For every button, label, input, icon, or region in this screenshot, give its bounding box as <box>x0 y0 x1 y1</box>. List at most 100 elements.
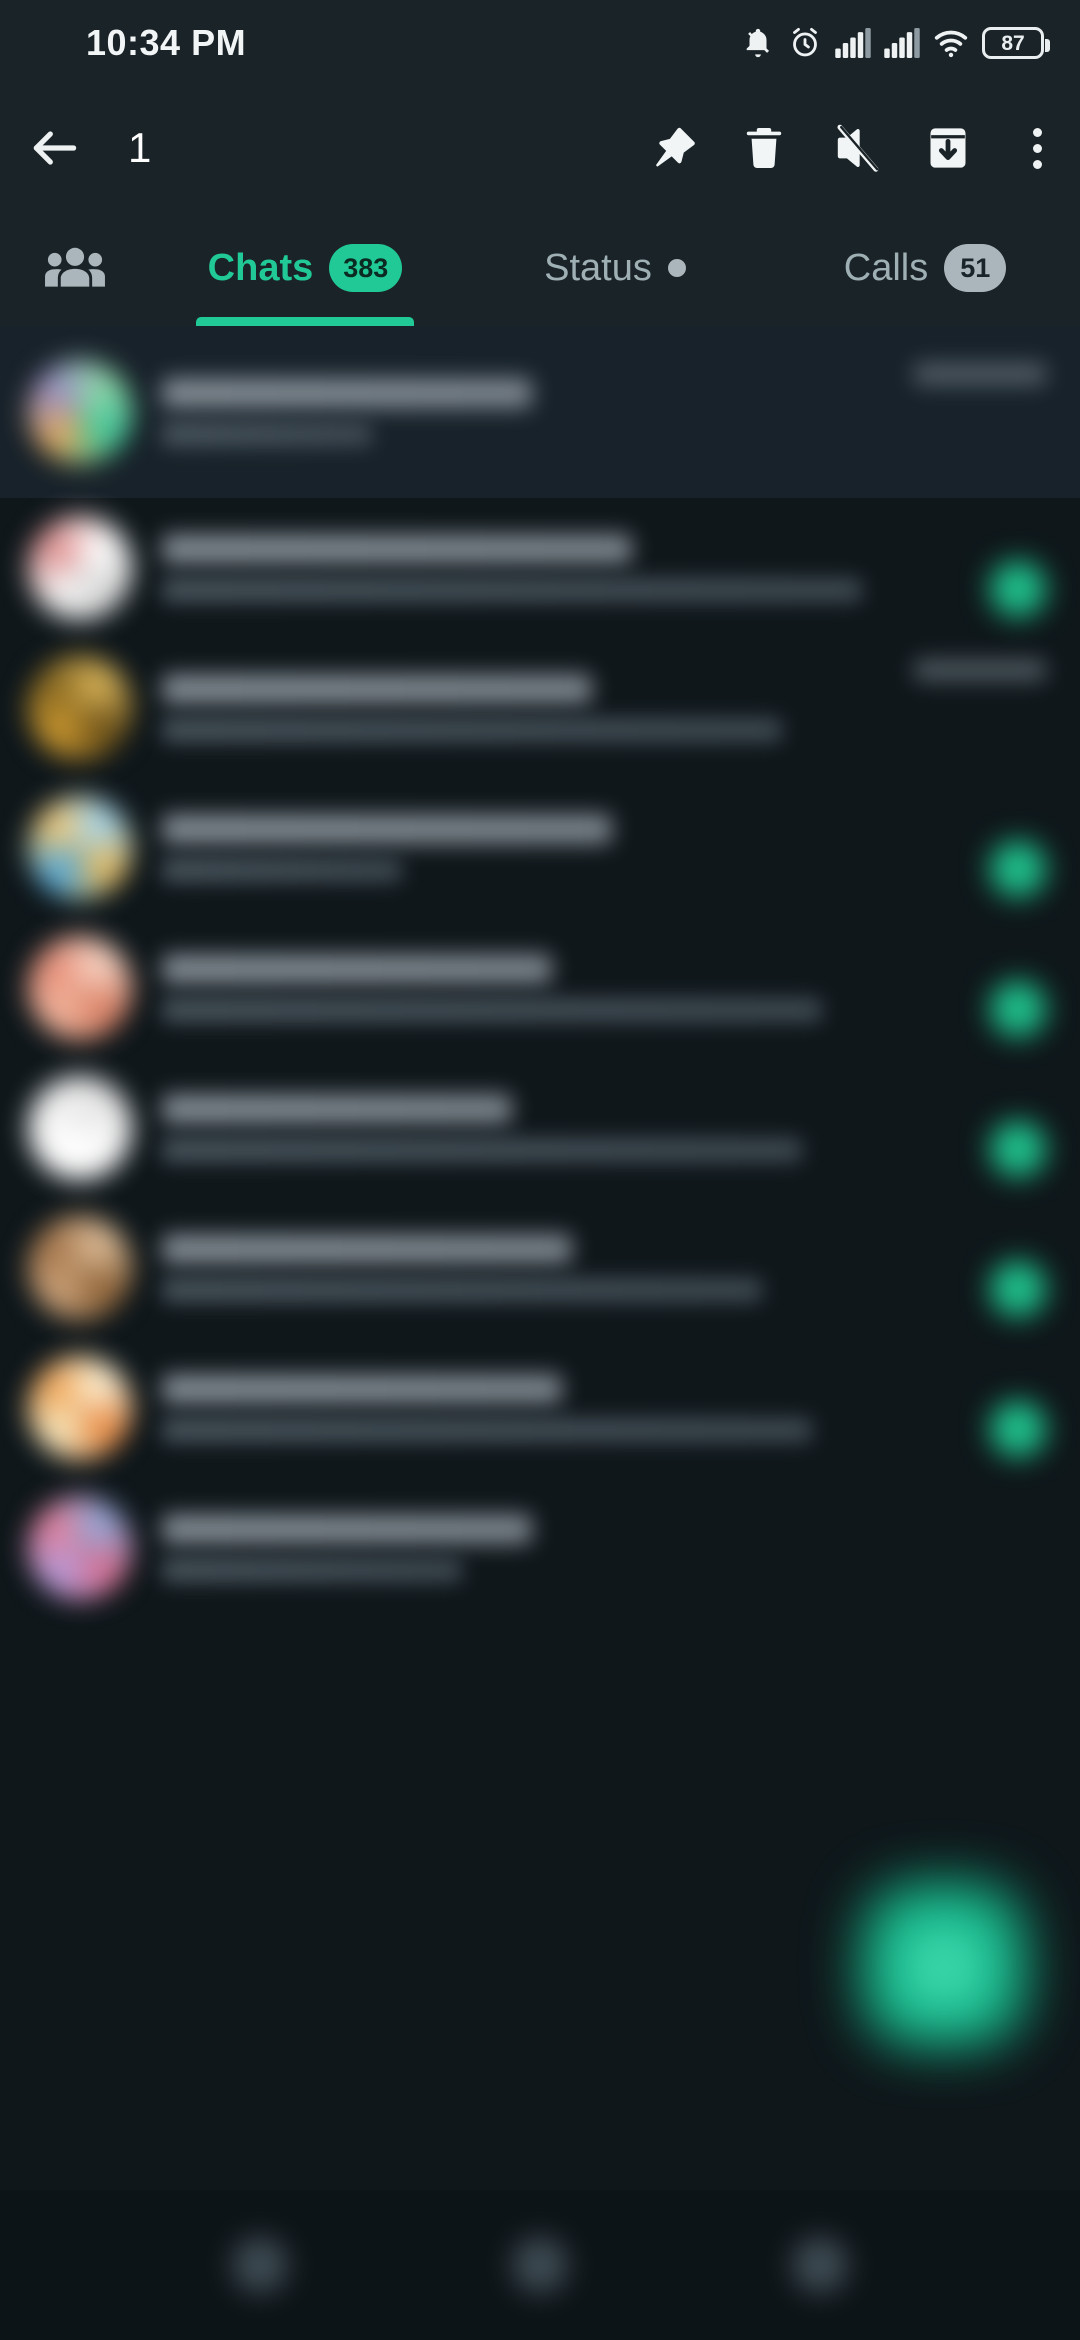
chat-row-text <box>162 378 856 446</box>
chat-row[interactable] <box>0 1198 1080 1338</box>
signal-sim1-icon <box>835 28 871 58</box>
unread-badge <box>990 841 1046 897</box>
selected-count-label: 1 <box>128 124 152 171</box>
battery-icon: 87 <box>982 27 1050 59</box>
nav-back-button[interactable] <box>233 2238 287 2292</box>
chat-row-text <box>162 1094 856 1162</box>
chat-name-redacted <box>162 954 552 984</box>
chat-timestamp-redacted <box>914 659 1046 681</box>
chat-row-meta <box>856 939 1046 1037</box>
chat-preview-redacted <box>162 858 402 882</box>
phone-screen: 10:34 PM 87 1 Chats 383 Status Calls 51 <box>0 0 1080 2340</box>
tab-status[interactable]: Status <box>460 210 770 326</box>
chat-title-line <box>162 1514 856 1544</box>
avatar[interactable] <box>28 1496 132 1600</box>
chat-name-redacted <box>162 378 532 408</box>
back-button[interactable] <box>0 120 110 176</box>
tab-calls-badge: 51 <box>944 244 1007 292</box>
communities-people-icon <box>45 247 105 287</box>
chat-name-redacted <box>162 1374 562 1404</box>
status-unseen-dot-icon <box>667 259 686 277</box>
delete-chat-button[interactable] <box>718 102 810 194</box>
unread-badge <box>990 561 1046 617</box>
chat-preview-redacted <box>162 998 822 1022</box>
chat-row[interactable] <box>0 778 1080 918</box>
trash-icon <box>746 128 782 169</box>
chat-name-redacted <box>162 674 592 704</box>
chat-title-line <box>162 534 856 564</box>
battery-percent-label: 87 <box>1001 31 1025 55</box>
chat-row[interactable] <box>0 638 1080 778</box>
avatar[interactable] <box>28 936 132 1040</box>
tab-bar: Chats 383 Status Calls 51 <box>0 210 1080 326</box>
tab-chats-label: Chats <box>207 246 314 289</box>
chat-timestamp-redacted <box>914 363 1046 385</box>
chat-row-meta <box>856 519 1046 617</box>
chat-preview-redacted <box>162 1558 462 1582</box>
chat-row-text <box>162 1514 856 1582</box>
chat-name-redacted <box>162 1094 512 1124</box>
more-vertical-icon <box>1032 127 1042 169</box>
toolbar-actions <box>626 102 1080 194</box>
signal-sim2-icon <box>884 28 920 58</box>
unread-badge <box>990 701 1046 757</box>
chat-name-redacted <box>162 814 612 844</box>
bell-off-icon <box>741 26 775 60</box>
chat-row[interactable] <box>0 918 1080 1058</box>
chat-preview-redacted <box>162 1418 812 1442</box>
chat-row[interactable] <box>0 1058 1080 1198</box>
chat-preview-redacted <box>162 718 782 742</box>
status-bar: 10:34 PM 87 <box>0 0 1080 86</box>
wifi-icon <box>933 27 969 59</box>
chat-row[interactable] <box>0 326 1080 498</box>
nav-recents-button[interactable] <box>793 2238 847 2292</box>
chat-row[interactable] <box>0 498 1080 638</box>
chat-preview-redacted <box>162 422 372 446</box>
unread-badge <box>990 1401 1046 1457</box>
tab-calls[interactable]: Calls 51 <box>770 210 1080 326</box>
chat-name-redacted <box>162 534 632 564</box>
pin-chat-button[interactable] <box>626 102 718 194</box>
avatar[interactable] <box>28 1356 132 1460</box>
chat-row-meta <box>856 363 1046 461</box>
new-chat-fab[interactable] <box>860 1880 1028 2048</box>
avatar[interactable] <box>28 1076 132 1180</box>
chat-title-line <box>162 814 856 844</box>
chat-name-redacted <box>162 1234 572 1264</box>
avatar[interactable] <box>28 656 132 760</box>
avatar[interactable] <box>28 360 132 464</box>
nav-home-button[interactable] <box>513 2238 567 2292</box>
chat-row[interactable] <box>0 1478 1080 1618</box>
avatar[interactable] <box>28 796 132 900</box>
chat-row-text <box>162 1374 856 1442</box>
status-bar-icons: 87 <box>741 26 1050 60</box>
archive-chat-button[interactable] <box>902 102 994 194</box>
alarm-clock-icon <box>788 26 822 60</box>
pin-icon <box>656 127 695 167</box>
avatar[interactable] <box>28 1216 132 1320</box>
system-navigation-bar <box>0 2190 1080 2340</box>
chat-title-line <box>162 1374 856 1404</box>
tab-active-indicator <box>196 317 414 326</box>
unread-badge <box>990 405 1046 461</box>
overflow-menu-button[interactable] <box>994 102 1080 194</box>
chat-row-meta <box>856 1219 1046 1317</box>
avatar[interactable] <box>28 516 132 620</box>
chat-title-line <box>162 674 856 704</box>
tab-calls-label: Calls <box>843 246 929 289</box>
chat-row-text <box>162 674 856 742</box>
unread-badge <box>990 1121 1046 1177</box>
back-arrow-icon <box>33 131 77 165</box>
chat-preview-redacted <box>162 1278 762 1302</box>
mute-chat-button[interactable] <box>810 102 902 194</box>
chat-row-meta <box>856 1499 1046 1597</box>
chat-row-meta <box>856 1079 1046 1177</box>
chat-row[interactable] <box>0 1338 1080 1478</box>
chat-row-meta <box>856 659 1046 757</box>
status-bar-clock: 10:34 PM <box>86 22 247 63</box>
chat-row-meta <box>856 799 1046 897</box>
chat-row-text <box>162 954 856 1022</box>
chat-preview-redacted <box>162 578 862 602</box>
tab-chats[interactable]: Chats 383 <box>150 210 460 326</box>
tab-communities[interactable] <box>0 244 150 292</box>
